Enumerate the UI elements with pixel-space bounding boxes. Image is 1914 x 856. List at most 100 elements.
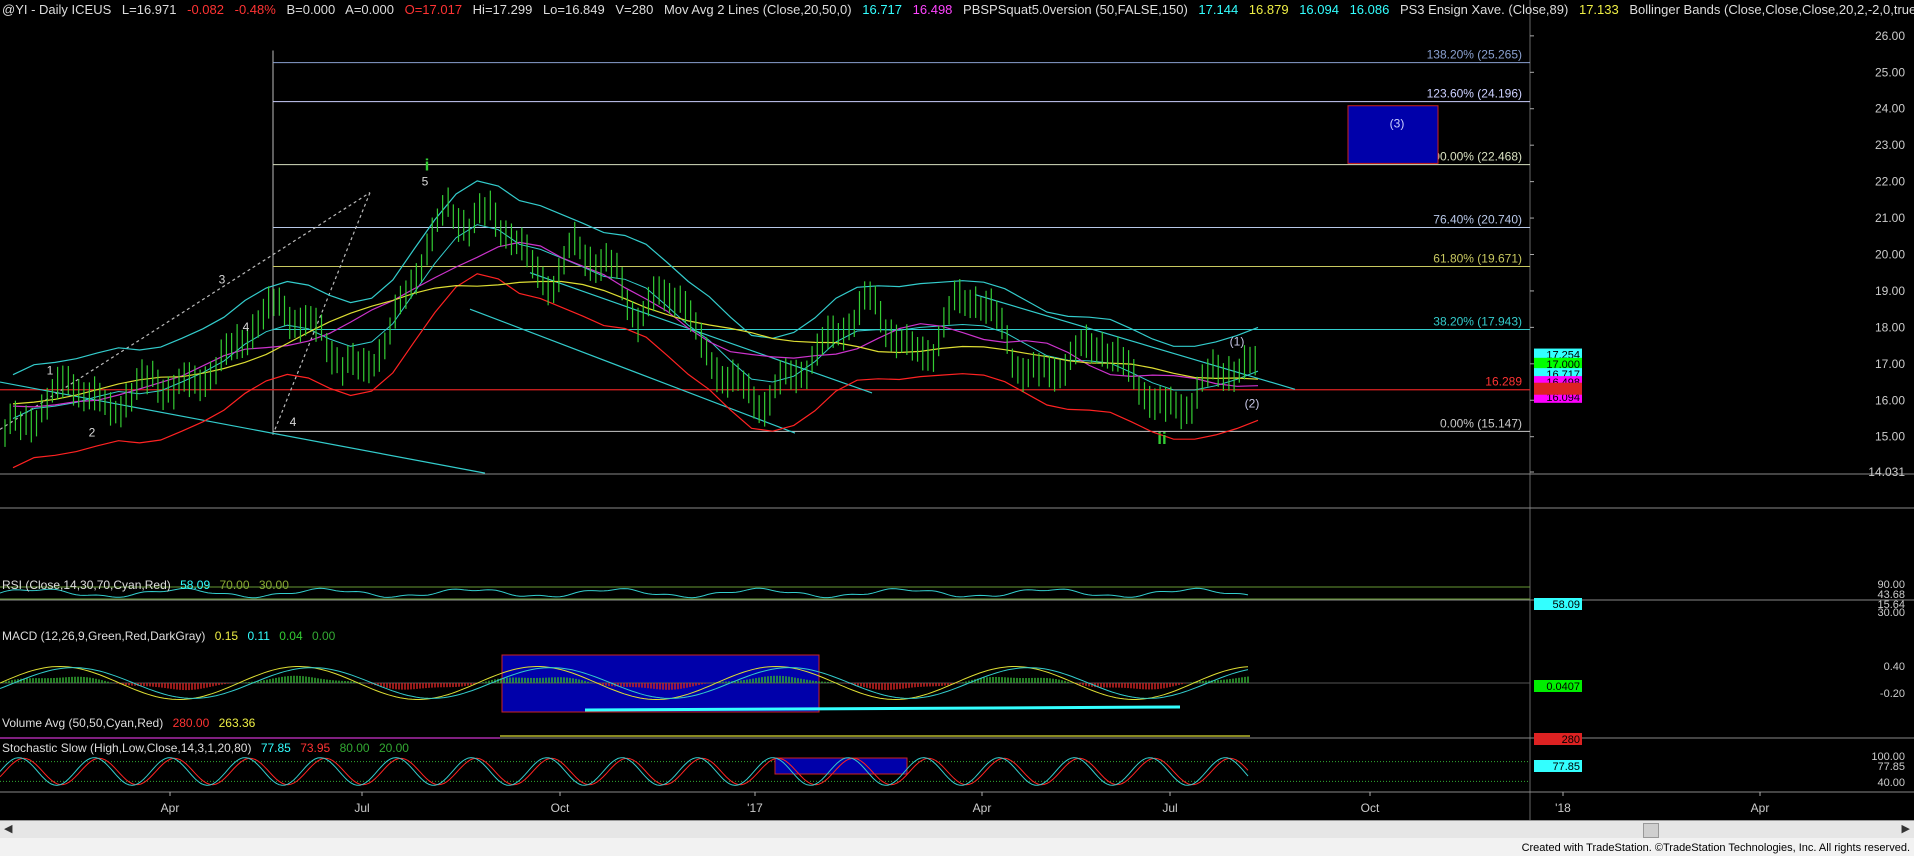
wave-label: ii xyxy=(1157,429,1166,448)
sub-panels: 58.0990.0043.6815.6430.000.40-0.200.0407… xyxy=(0,579,1905,789)
ma-label: Mov Avg 2 Lines (Close,20,50,0) xyxy=(663,2,852,17)
price-tick-label: 14.031 xyxy=(1868,465,1905,479)
volume-tag-label: 280 xyxy=(1562,734,1580,746)
fibonacci-levels: 138.20% (25.265) 123.60% (24.196) 100.00% … xyxy=(0,48,1530,435)
ma-value-2: 16.498 xyxy=(912,2,953,17)
bollinger-label: Bollinger Bands (Close,Close,Close,20,2,… xyxy=(1629,2,1914,17)
pbs-value-3: 16.094 xyxy=(1299,2,1339,17)
wave-labels: 123445iii(1)(2) xyxy=(47,156,1260,448)
ensign-value: 17.133 xyxy=(1578,2,1619,17)
macd-label: MACD (12,26,9,Green,Red,DarkGray) xyxy=(2,629,206,643)
bollinger-upper xyxy=(12,180,1259,376)
trend-line-dashed xyxy=(0,192,371,430)
wave-label: (2) xyxy=(1245,397,1260,411)
stoch-value-3: 80.00 xyxy=(339,741,370,755)
price-tick-label: 19.00 xyxy=(1875,284,1905,298)
scroll-right-icon[interactable]: ▶ xyxy=(1902,822,1910,835)
pct-change: -0.48% xyxy=(234,2,276,17)
price-chart[interactable]: 138.20% (25.265) 123.60% (24.196) 100.00% … xyxy=(0,0,1914,856)
time-tick-label: Oct xyxy=(551,801,570,815)
rsi-value-2: 70.00 xyxy=(219,578,250,592)
bid-value: B=0.000 xyxy=(286,2,336,17)
pbs-value-2: 16.879 xyxy=(1248,2,1289,17)
time-tick-label: Apr xyxy=(1751,801,1770,815)
stoch-slow-line xyxy=(0,757,1249,786)
stoch-value-1: 77.85 xyxy=(260,741,291,755)
scroll-thumb[interactable] xyxy=(1643,823,1659,838)
trend-line xyxy=(469,308,796,434)
price-tick-label: 21.00 xyxy=(1875,211,1905,225)
time-tick-label: '18 xyxy=(1555,801,1571,815)
wave-label: (1) xyxy=(1230,335,1245,349)
target-box xyxy=(1347,105,1439,164)
macd-value-1: 0.15 xyxy=(214,629,239,643)
low-value: Lo=16.849 xyxy=(542,2,605,17)
ask-value: A=0.000 xyxy=(345,2,394,17)
volume-label: Volume Avg (50,50,Cyan,Red) xyxy=(2,716,164,730)
fib-level-label: 0.00% (15.147) xyxy=(1440,416,1522,430)
rsi-value-1: 58.09 xyxy=(180,578,211,592)
time-axis: Apr Jul Oct '17 Apr Jul Oct '18 Apr xyxy=(161,792,1770,815)
scroll-left-icon[interactable]: ◀ xyxy=(4,822,12,835)
time-tick-label: Jul xyxy=(1162,801,1177,815)
macd-tag-label: 0.0407 xyxy=(1546,681,1580,693)
rsi-tag-label: 58.09 xyxy=(1552,599,1580,611)
last-price: L=16.971 xyxy=(121,2,177,17)
time-tick-label: Apr xyxy=(973,801,992,815)
wave-label: 4 xyxy=(243,320,250,334)
macd-value-4: 0.00 xyxy=(311,629,336,643)
grid xyxy=(0,0,1914,820)
high-value: Hi=17.299 xyxy=(472,2,533,17)
price-bars xyxy=(4,187,1256,447)
price-tick-label: 24.00 xyxy=(1875,102,1905,116)
rsi-label: RSI (Close,14,30,70,Cyan,Red) xyxy=(2,578,171,592)
stoch-tag-label: 77.85 xyxy=(1552,761,1580,773)
price-tick-label: 17.00 xyxy=(1875,357,1905,371)
ma-value-1: 16.717 xyxy=(862,2,903,17)
stoch-value-4: 20.00 xyxy=(378,741,409,755)
macd-tick-label: 0.40 xyxy=(1884,661,1905,673)
rsi-value-3: 30.00 xyxy=(258,578,289,592)
price-tick-label: 18.00 xyxy=(1875,320,1905,334)
horizontal-scrollbar[interactable]: ◀ ▶ xyxy=(0,820,1914,839)
fib-level-label: 76.40% (20.740) xyxy=(1433,213,1522,227)
volume-value: V=280 xyxy=(615,2,654,17)
wave-label: 5 xyxy=(422,174,429,188)
time-tick-label: Apr xyxy=(161,801,180,815)
time-tick-label: Oct xyxy=(1361,801,1380,815)
wave-label: 2 xyxy=(89,426,96,440)
ensign-label: PS3 Ensign Xave. (Close,89) xyxy=(1399,2,1569,17)
price-tick-label: 20.00 xyxy=(1875,247,1905,261)
indicator-bands xyxy=(12,180,1259,469)
rsi-title: RSI (Close,14,30,70,Cyan,Red) 58.09 70.0… xyxy=(2,578,295,592)
stoch-label: Stochastic Slow (High,Low,Close,14,3,1,2… xyxy=(2,741,252,755)
price-tick-label: 23.00 xyxy=(1875,138,1905,152)
wave-label: i xyxy=(425,156,430,175)
support-tag xyxy=(1534,382,1582,395)
price-axis: 26.00 25.00 24.00 23.00 22.00 21.00 20.00 19.00… xyxy=(1530,29,1905,479)
net-change: -0.082 xyxy=(187,2,224,17)
target-box-label: (3) xyxy=(1390,117,1405,131)
pbs-value-1: 17.144 xyxy=(1198,2,1239,17)
price-tick-label: 16.00 xyxy=(1875,393,1905,407)
volume-value-1: 280.00 xyxy=(172,716,210,730)
fib-level-label: 61.80% (19.671) xyxy=(1433,251,1522,265)
fib-level-label: 123.60% (24.196) xyxy=(1427,87,1522,101)
price-tick-label: 25.00 xyxy=(1875,65,1905,79)
symbol-label[interactable]: @YI - Daily ICEUS xyxy=(2,2,111,17)
stoch-tick-label: 77.85 xyxy=(1877,761,1905,773)
copyright-text: Created with TradeStation. ©TradeStation… xyxy=(1521,842,1910,854)
macd-value-3: 0.04 xyxy=(279,629,303,643)
macd-value-2: 0.11 xyxy=(247,629,270,643)
stoch-tick-label: 40.00 xyxy=(1877,777,1905,789)
fib-level-label: 138.20% (25.265) xyxy=(1427,48,1522,62)
stoch-title: Stochastic Slow (High,Low,Close,14,3,1,2… xyxy=(2,741,415,755)
support-label: 16.289 xyxy=(1485,375,1522,389)
pbs-label: PBSPSquat5.0version (50,FALSE,150) xyxy=(963,2,1188,17)
chart-header: @YI - Daily ICEUS L=16.971 -0.082 -0.48%… xyxy=(2,2,1914,17)
pbs-value-4: 16.086 xyxy=(1349,2,1390,17)
fib-level-label: 100.00% (22.468) xyxy=(1427,150,1522,164)
time-tick-label: '17 xyxy=(747,801,763,815)
volume-title: Volume Avg (50,50,Cyan,Red) 280.00 263.3… xyxy=(2,716,261,730)
volume-value-2: 263.36 xyxy=(218,716,256,730)
